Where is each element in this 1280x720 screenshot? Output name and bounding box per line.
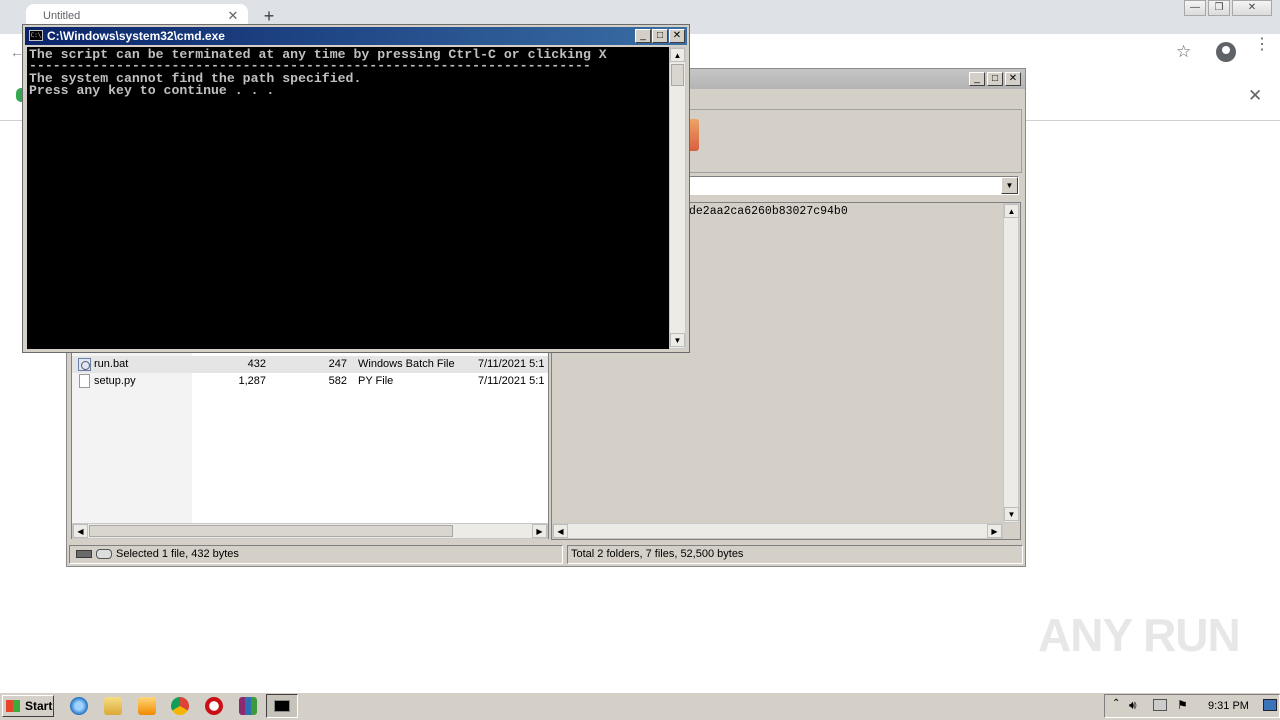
cmd-title-text: C:\Windows\system32\cmd.exe — [47, 29, 225, 43]
browser-menu-icon[interactable]: ⋮ — [1254, 37, 1270, 53]
batch-file-icon — [78, 358, 91, 371]
winrar-maximize-button[interactable]: □ — [987, 72, 1003, 86]
show-desktop-icon[interactable] — [1263, 699, 1277, 711]
scroll-up-icon[interactable]: ▲ — [1004, 204, 1019, 218]
file-modified: 7/11/2021 5:1 — [478, 358, 545, 370]
key-icon[interactable] — [96, 549, 112, 559]
chrome-icon[interactable] — [171, 697, 189, 715]
scroll-down-icon[interactable]: ▼ — [1004, 507, 1019, 521]
scroll-right-icon[interactable]: ▶ — [532, 524, 547, 538]
taskbar-cmd-button[interactable] — [266, 694, 298, 718]
winrar-icon[interactable] — [239, 697, 257, 715]
file-modified: 7/11/2021 5:1 — [478, 375, 545, 387]
path-dropdown-icon[interactable]: ▼ — [1001, 177, 1018, 194]
taskbar — [0, 692, 1280, 720]
browser-maximize-button[interactable]: ❐ — [1208, 0, 1230, 16]
browser-minimize-button[interactable]: — — [1184, 0, 1206, 16]
scroll-thumb[interactable] — [89, 525, 453, 537]
browser-close-button[interactable]: ✕ — [1232, 0, 1272, 16]
cmd-icon — [274, 700, 290, 712]
file-packed: 247 — [328, 358, 347, 370]
cmd-minimize-button[interactable]: _ — [635, 29, 651, 43]
tab-close-icon[interactable]: ✕ — [226, 9, 240, 23]
system-tray: ⌃ 🔊︎ ⚑ — [1104, 694, 1280, 718]
network-icon[interactable] — [1153, 699, 1167, 711]
drive-icon[interactable] — [76, 550, 92, 558]
status-bar-right: Total 2 folders, 7 files, 52,500 bytes — [567, 545, 1023, 564]
console-line: Press any key to continue . . . — [29, 83, 275, 98]
scroll-thumb[interactable] — [671, 64, 684, 86]
cmd-title-bar[interactable]: C:\ C:\Windows\system32\cmd.exe — [25, 27, 687, 45]
scroll-down-icon[interactable]: ▼ — [670, 333, 685, 347]
internet-explorer-icon[interactable] — [70, 697, 88, 715]
cmd-close-button[interactable]: ✕ — [669, 29, 685, 43]
cmd-console-output[interactable]: The script can be terminated at any time… — [27, 47, 669, 349]
info-pane-hscrollbar[interactable]: ◀ ▶ — [552, 523, 1003, 539]
status-bar-left: Selected 1 file, 432 bytes — [69, 545, 563, 564]
file-size: 432 — [247, 358, 266, 370]
scroll-left-icon[interactable]: ◀ — [553, 524, 568, 538]
status-total-text: Total 2 folders, 7 files, 52,500 bytes — [571, 548, 744, 560]
browser-tab-title: Untitled — [43, 10, 81, 22]
file-packed: 582 — [328, 375, 347, 387]
windows-logo-icon — [6, 700, 20, 712]
file-type: PY File — [358, 375, 394, 387]
file-row[interactable]: run.bat 432 247 Windows Batch File 7/11/… — [72, 356, 548, 373]
taskbar-clock[interactable]: 9:31 PM — [1208, 700, 1249, 712]
anyrun-watermark: ANY RUN — [1038, 609, 1241, 661]
profile-avatar-icon[interactable] — [1216, 42, 1236, 62]
cmd-vscrollbar[interactable]: ▲ ▼ — [669, 47, 686, 349]
scroll-right-icon[interactable]: ▶ — [987, 524, 1002, 538]
scroll-left-icon[interactable]: ◀ — [73, 524, 88, 538]
infobar-close-icon[interactable]: ✕ — [1248, 86, 1262, 106]
status-selection-text: Selected 1 file, 432 bytes — [116, 548, 239, 560]
file-name: run.bat — [94, 358, 129, 370]
bookmark-star-icon[interactable]: ☆ — [1176, 42, 1191, 62]
py-file-icon — [79, 374, 90, 388]
opera-icon[interactable] — [205, 697, 223, 715]
cmd-maximize-button[interactable]: □ — [652, 29, 668, 43]
file-list-hscrollbar[interactable]: ◀ ▶ — [72, 523, 548, 539]
file-row[interactable]: setup.py 1,287 582 PY File 7/11/2021 5:1 — [72, 373, 548, 390]
file-type: Windows Batch File — [358, 358, 455, 370]
winrar-close-button[interactable]: ✕ — [1005, 72, 1021, 86]
file-size: 1,287 — [238, 375, 266, 387]
media-player-icon[interactable] — [138, 697, 156, 715]
cmd-window: C:\ C:\Windows\system32\cmd.exe _ □ ✕ Th… — [22, 24, 690, 353]
action-center-flag-icon[interactable]: ⚑ — [1177, 698, 1188, 712]
new-tab-button[interactable]: + — [260, 7, 278, 25]
winrar-minimize-button[interactable]: _ — [969, 72, 985, 86]
cmd-window-icon[interactable]: C:\ — [29, 30, 43, 41]
tray-expand-icon[interactable]: ⌃ — [1112, 698, 1120, 709]
file-name: setup.py — [94, 375, 136, 387]
scroll-up-icon[interactable]: ▲ — [670, 48, 685, 62]
info-pane-vscrollbar[interactable]: ▲ ▼ — [1003, 203, 1019, 523]
volume-icon[interactable]: 🔊︎ — [1129, 698, 1137, 713]
folder-icon[interactable] — [104, 697, 122, 715]
info-hash-text: de2aa2ca6260b83027c94b0 — [689, 205, 848, 218]
